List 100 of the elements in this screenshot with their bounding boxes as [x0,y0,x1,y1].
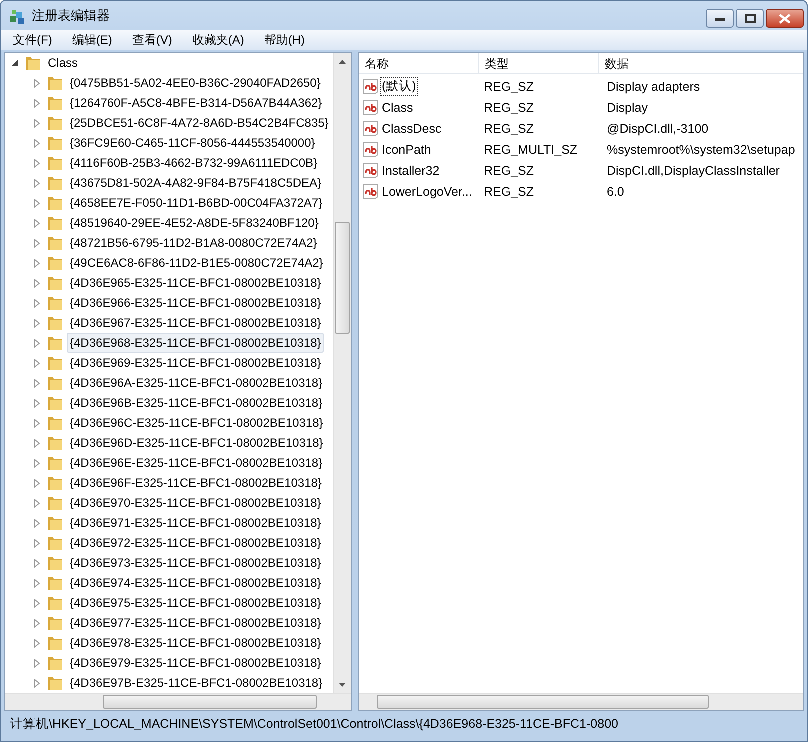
tree-item[interactable]: {25DBCE51-6C8F-4A72-8A6D-B54C2B4FC835} [67,113,332,133]
expand-arrow-icon[interactable] [33,598,41,608]
expand-arrow-icon[interactable] [33,498,41,508]
expand-arrow-icon[interactable] [33,258,41,268]
folder-icon [47,655,63,671]
value-name[interactable]: IconPath [380,142,434,158]
menu-item[interactable]: 收藏夹(A) [186,30,250,50]
tree-item[interactable]: {4D36E971-E325-11CE-BFC1-08002BE10318} [67,513,324,533]
tree-item[interactable]: {4D36E978-E325-11CE-BFC1-08002BE10318} [67,633,324,653]
expand-arrow-icon[interactable] [33,538,41,548]
tree-item[interactable]: {4D36E967-E325-11CE-BFC1-08002BE10318} [67,313,324,333]
tree-item[interactable]: {4658EE7E-F050-11D1-B6BD-00C04FA372A7} [67,193,326,213]
expand-arrow-icon[interactable] [33,278,41,288]
value-data: Display [606,100,649,114]
folder-icon [47,435,63,451]
expand-arrow-icon[interactable] [33,618,41,628]
menu-item[interactable]: 帮助(H) [258,30,311,50]
value-name[interactable]: Class [380,100,416,116]
tree-item[interactable]: {49CE6AC8-6F86-11D2-B1E5-0080C72E74A2} [67,253,326,273]
scroll-up-arrow-icon[interactable] [339,60,346,64]
tree-item[interactable]: {4D36E973-E325-11CE-BFC1-08002BE10318} [67,553,324,573]
tree-item[interactable]: {43675D81-502A-4A82-9F84-B75F418C5DEA} [67,173,325,193]
tree-item[interactable]: {48519640-29EE-4E52-A8DE-5F83240BF120} [67,213,322,233]
minimize-button[interactable] [706,9,734,28]
expand-arrow-icon[interactable] [33,398,41,408]
tree-item[interactable]: {4D36E966-E325-11CE-BFC1-08002BE10318} [67,293,324,313]
horizontal-scrollbar[interactable] [5,693,351,710]
folder-icon [47,595,63,611]
horizontal-scrollbar[interactable] [359,693,803,710]
tree-item[interactable]: {4D36E969-E325-11CE-BFC1-08002BE10318} [67,353,324,373]
folder-icon [47,315,63,331]
tree-item[interactable]: {4D36E968-E325-11CE-BFC1-08002BE10318} [67,333,324,353]
tree-item[interactable]: {1264760F-A5C8-4BFE-B314-D56A7B44A362} [67,93,326,113]
expand-arrow-icon[interactable] [33,138,41,148]
expand-arrow-icon[interactable] [33,178,41,188]
value-name[interactable]: ClassDesc [380,120,444,136]
tree-item[interactable]: {4D36E965-E325-11CE-BFC1-08002BE10318} [67,273,324,293]
expand-arrow-icon[interactable] [33,78,41,88]
expand-arrow-icon[interactable] [33,118,41,128]
tree-item[interactable]: {4D36E979-E325-11CE-BFC1-08002BE10318} [67,653,324,673]
value-name[interactable]: (默认) [380,77,418,96]
expand-arrow-icon[interactable] [33,298,41,308]
expand-arrow-icon[interactable] [33,378,41,388]
scroll-down-arrow-icon[interactable] [339,682,346,686]
expand-arrow-icon[interactable] [33,518,41,528]
value-type: REG_SZ [483,100,536,114]
menu-item[interactable]: 查看(V) [126,30,178,50]
expand-arrow-icon[interactable] [33,658,41,668]
expand-arrow-icon[interactable] [33,338,41,348]
value-type: REG_SZ [483,164,536,178]
tree-item[interactable]: {4D36E972-E325-11CE-BFC1-08002BE10318} [67,533,324,553]
folder-icon [47,495,63,511]
expand-arrow-icon[interactable] [33,218,41,228]
expand-arrow-icon[interactable] [33,318,41,328]
expand-arrow-icon[interactable] [33,638,41,648]
maximize-button[interactable] [736,9,764,28]
tree-item[interactable]: {0475BB51-5A02-4EE0-B36C-29040FAD2650} [67,73,324,93]
expand-arrow-icon[interactable] [33,438,41,448]
tree-item[interactable]: {4D36E96B-E325-11CE-BFC1-08002BE10318} [67,393,326,413]
column-header[interactable]: 类型 [479,53,599,73]
folder-icon [47,455,63,471]
tree-item[interactable]: {4D36E96D-E325-11CE-BFC1-08002BE10318} [67,433,326,453]
tree-item[interactable]: {4116F60B-25B3-4662-B732-99A6111EDC0B} [67,153,321,173]
expand-arrow-icon[interactable] [33,418,41,428]
menu-item[interactable]: 文件(F) [7,30,58,50]
expand-arrow-icon[interactable] [33,458,41,468]
tree-item[interactable]: {48721B56-6795-11D2-B1A8-0080C72E74A2} [67,233,320,253]
close-button[interactable] [766,9,804,28]
tree-item[interactable]: {4D36E96A-E325-11CE-BFC1-08002BE10318} [67,373,326,393]
expand-arrow-icon[interactable] [33,558,41,568]
expand-arrow-icon[interactable] [33,198,41,208]
tree-item[interactable]: {4D36E97B-E325-11CE-BFC1-08002BE10318} [67,673,326,693]
tree-item[interactable]: {4D36E975-E325-11CE-BFC1-08002BE10318} [67,593,324,613]
tree-item[interactable]: {4D36E977-E325-11CE-BFC1-08002BE10318} [67,613,324,633]
menu-item[interactable]: 编辑(E) [66,30,118,50]
value-name[interactable]: Installer32 [380,162,442,178]
string-value-icon [363,100,379,116]
folder-icon [47,575,63,591]
expand-arrow-icon[interactable] [33,578,41,588]
expand-arrow-icon[interactable] [33,478,41,488]
tree-item[interactable]: {4D36E970-E325-11CE-BFC1-08002BE10318} [67,493,324,513]
column-header[interactable]: 名称 [359,53,479,73]
expand-arrow-icon[interactable] [33,158,41,168]
expand-arrow-icon[interactable] [33,238,41,248]
expand-arrow-icon[interactable] [33,98,41,108]
status-path-text: 计算机\HKEY_LOCAL_MACHINE\SYSTEM\ControlSet001\Control\Class\{4D36E968-E325-11CE-BFC1-0800 [10,717,618,731]
scrollbar-thumb[interactable] [335,222,350,334]
tree-item[interactable]: {4D36E96F-E325-11CE-BFC1-08002BE10318} [67,473,325,493]
value-name[interactable]: LowerLogoVer... [380,184,474,200]
expand-arrow-icon[interactable] [33,678,41,688]
tree-item[interactable]: {4D36E96C-E325-11CE-BFC1-08002BE10318} [67,413,326,433]
tree-item[interactable]: {4D36E96E-E325-11CE-BFC1-08002BE10318} [67,453,326,473]
column-header[interactable]: 数据 [599,53,803,73]
tree-item[interactable]: {4D36E974-E325-11CE-BFC1-08002BE10318} [67,573,324,593]
value-data: 6.0 [606,184,626,198]
expand-arrow-icon[interactable] [33,358,41,368]
vertical-scrollbar[interactable] [333,53,351,693]
tree-item[interactable]: Class [45,53,82,73]
tree-item[interactable]: {36FC9E60-C465-11CF-8056-444553540000} [67,133,318,153]
collapse-arrow-icon[interactable] [11,58,19,68]
